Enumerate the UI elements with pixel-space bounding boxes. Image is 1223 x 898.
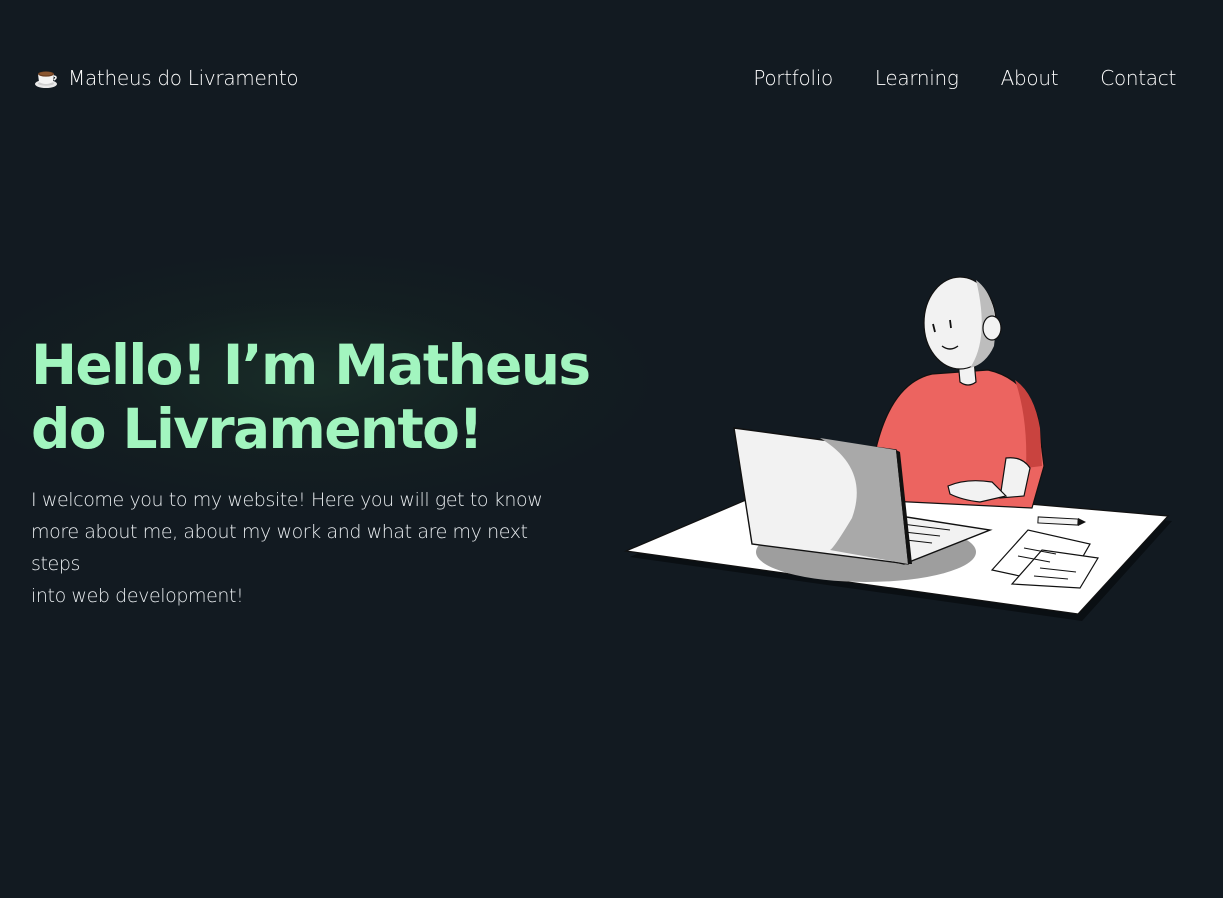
- hero-intro-line-3: into web development!: [31, 585, 244, 607]
- hero-title-line-1: Hello! I’m Matheus: [31, 333, 591, 397]
- page: Matheus do Livramento Portfolio Learning…: [0, 0, 1223, 898]
- site-header: Matheus do Livramento Portfolio Learning…: [0, 58, 1223, 98]
- nav-link-contact[interactable]: Contact: [1100, 66, 1176, 90]
- nav-link-portfolio[interactable]: Portfolio: [753, 66, 833, 90]
- nav-link-learning[interactable]: Learning: [875, 66, 959, 90]
- hero-intro-line-2: more about me, about my work and what ar…: [31, 521, 528, 575]
- main-nav: Portfolio Learning About Contact: [711, 58, 1176, 98]
- coffee-cup-icon: [34, 67, 58, 89]
- hero-intro: I welcome you to my website! Here you wi…: [31, 484, 576, 612]
- brand-name: Matheus do Livramento: [68, 66, 299, 90]
- hero-intro-line-1: I welcome you to my website! Here you wi…: [31, 489, 543, 511]
- nav-link-about[interactable]: About: [1001, 66, 1059, 90]
- person-at-laptop-illustration: [620, 268, 1180, 628]
- brand-link[interactable]: Matheus do Livramento: [34, 58, 299, 98]
- hero-title-line-2: do Livramento!: [31, 397, 483, 461]
- hero-title: Hello! I’m Matheus do Livramento!: [31, 333, 611, 461]
